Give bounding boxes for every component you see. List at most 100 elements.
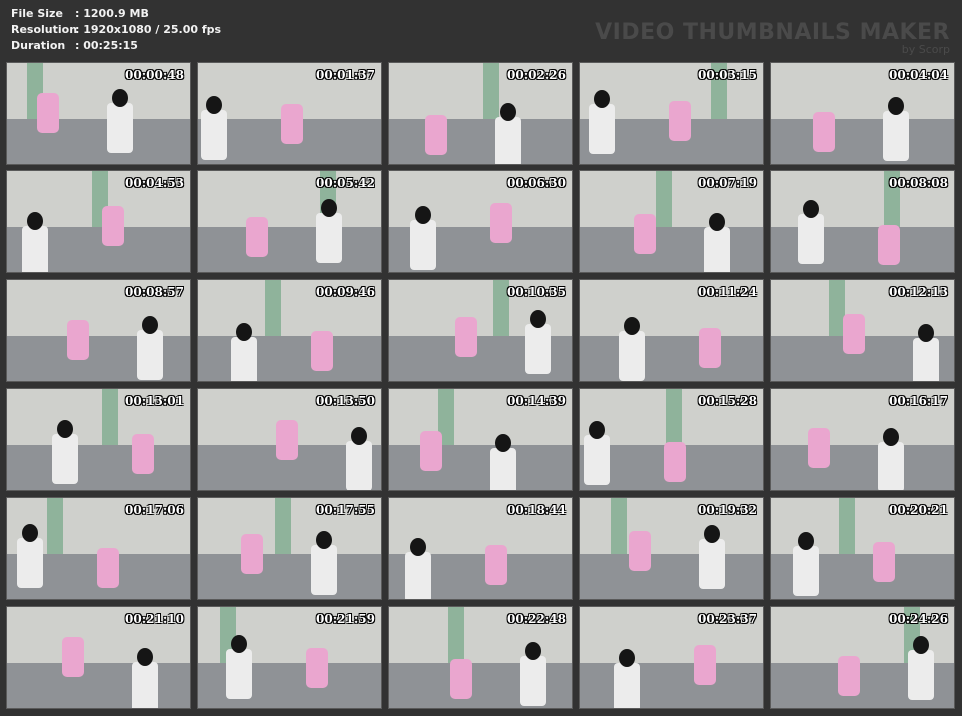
thumbnail-timestamp: 00:17:55 — [316, 503, 375, 517]
thumbnail-figure-white — [316, 213, 342, 263]
thumbnail-figure-mask — [410, 538, 426, 556]
thumbnail-figure-white — [619, 331, 645, 381]
thumbnail-figure-mask — [112, 89, 128, 107]
video-thumbnail: 00:18:44 — [388, 497, 573, 600]
thumbnail-timestamp: 00:12:13 — [889, 285, 948, 299]
thumbnail-figure-mask — [918, 324, 934, 342]
video-thumbnail: 00:03:15 — [579, 62, 764, 165]
thumbnail-figure-pink — [62, 637, 84, 677]
thumbnail-figure-white — [410, 220, 436, 270]
thumbnail-timestamp: 00:20:21 — [889, 503, 948, 517]
thumbnail-timestamp: 00:01:37 — [316, 68, 375, 82]
thumbnail-floor — [198, 335, 381, 381]
thumbnail-figure-white — [137, 330, 163, 380]
thumbnail-figure-white — [226, 649, 252, 699]
thumbnail-figure-mask — [888, 97, 904, 115]
thumbnail-grid: 00:00:48 00:01:37 00:02:26 00:03:15 00:04:04… — [0, 0, 962, 716]
thumbnail-figure-pink — [664, 442, 686, 482]
thumbnail-timestamp: 00:11:24 — [698, 285, 757, 299]
thumbnail-figure-pink — [873, 542, 895, 582]
thumbnail-figure-pink — [843, 314, 865, 354]
thumbnail-figure-white — [699, 539, 725, 589]
thumbnail-timestamp: 00:08:57 — [125, 285, 184, 299]
thumbnail-floor — [198, 553, 381, 599]
thumbnail-figure-pink — [97, 548, 119, 588]
thumbnail-wall-panel — [265, 280, 281, 336]
thumbnail-figure-mask — [803, 200, 819, 218]
thumbnail-figure-white — [793, 546, 819, 596]
thumbnail-figure-pink — [455, 317, 477, 357]
video-thumbnail: 00:09:46 — [197, 279, 382, 382]
thumbnail-figure-pink — [246, 217, 268, 257]
thumbnail-figure-white — [908, 650, 934, 700]
thumbnail-timestamp: 00:10:35 — [507, 285, 566, 299]
thumbnail-figure-mask — [709, 213, 725, 231]
thumbnail-figure-white — [132, 662, 158, 708]
thumbnail-timestamp: 00:23:37 — [698, 612, 757, 626]
thumbnail-wall-panel — [666, 389, 682, 445]
thumbnail-figure-mask — [624, 317, 640, 335]
thumbnail-figure-mask — [206, 96, 222, 114]
thumbnail-wall-panel — [483, 63, 499, 119]
video-thumbnail: 00:17:06 — [6, 497, 191, 600]
thumbnail-floor — [580, 662, 763, 708]
thumbnail-floor — [198, 226, 381, 272]
video-thumbnail: 00:14:39 — [388, 388, 573, 491]
thumbnail-floor — [580, 553, 763, 599]
thumbnail-timestamp: 00:04:53 — [125, 176, 184, 190]
video-thumbnail: 00:17:55 — [197, 497, 382, 600]
thumbnail-timestamp: 00:03:15 — [698, 68, 757, 82]
thumbnail-figure-white — [490, 448, 516, 490]
thumbnail-figure-mask — [57, 420, 73, 438]
thumbnail-figure-mask — [22, 524, 38, 542]
video-thumbnail: 00:15:28 — [579, 388, 764, 491]
thumbnail-figure-pink — [699, 328, 721, 368]
video-thumbnail: 00:19:32 — [579, 497, 764, 600]
thumbnail-timestamp: 00:00:48 — [125, 68, 184, 82]
video-thumbnail: 00:04:53 — [6, 170, 191, 273]
thumbnail-figure-pink — [813, 112, 835, 152]
thumbnail-figure-pink — [102, 206, 124, 246]
video-thumbnail: 00:08:08 — [770, 170, 955, 273]
thumbnail-floor — [580, 226, 763, 272]
thumbnail-figure-mask — [913, 636, 929, 654]
thumbnail-timestamp: 00:04:04 — [889, 68, 948, 82]
video-thumbnail: 00:13:50 — [197, 388, 382, 491]
thumbnail-figure-white — [704, 227, 730, 272]
thumbnail-timestamp: 00:15:28 — [698, 394, 757, 408]
thumbnail-floor — [580, 335, 763, 381]
video-thumbnail: 00:23:37 — [579, 606, 764, 709]
thumbnail-figure-pink — [276, 420, 298, 460]
thumbnail-figure-pink — [808, 428, 830, 468]
video-thumbnail: 00:24:26 — [770, 606, 955, 709]
thumbnail-figure-mask — [321, 199, 337, 217]
thumbnail-figure-white — [614, 663, 640, 708]
thumbnail-timestamp: 00:13:01 — [125, 394, 184, 408]
thumbnail-wall-panel — [839, 498, 855, 554]
thumbnail-figure-pink — [420, 431, 442, 471]
video-thumbnail: 00:22:48 — [388, 606, 573, 709]
thumbnail-figure-pink — [669, 101, 691, 141]
thumbnail-figure-mask — [137, 648, 153, 666]
thumbnail-figure-mask — [798, 532, 814, 550]
thumbnail-wall-panel — [47, 498, 63, 554]
thumbnail-floor — [389, 444, 572, 490]
thumbnail-figure-white — [878, 442, 904, 490]
video-thumbnail: 00:11:24 — [579, 279, 764, 382]
thumbnail-figure-pink — [67, 320, 89, 360]
video-thumbnail: 00:21:59 — [197, 606, 382, 709]
thumbnail-figure-pink — [878, 225, 900, 265]
thumbnail-figure-white — [520, 656, 546, 706]
thumbnail-figure-pink — [37, 93, 59, 133]
thumbnail-figure-pink — [425, 115, 447, 155]
thumbnail-figure-mask — [530, 310, 546, 328]
thumbnail-figure-white — [589, 104, 615, 154]
thumbnail-figure-white — [52, 434, 78, 484]
thumbnail-timestamp: 00:14:39 — [507, 394, 566, 408]
thumbnail-figure-pink — [838, 656, 860, 696]
video-thumbnail: 00:16:17 — [770, 388, 955, 491]
thumbnail-floor — [7, 444, 190, 490]
thumbnail-floor — [771, 118, 954, 164]
thumbnail-figure-mask — [500, 103, 516, 121]
thumbnail-figure-pink — [450, 659, 472, 699]
